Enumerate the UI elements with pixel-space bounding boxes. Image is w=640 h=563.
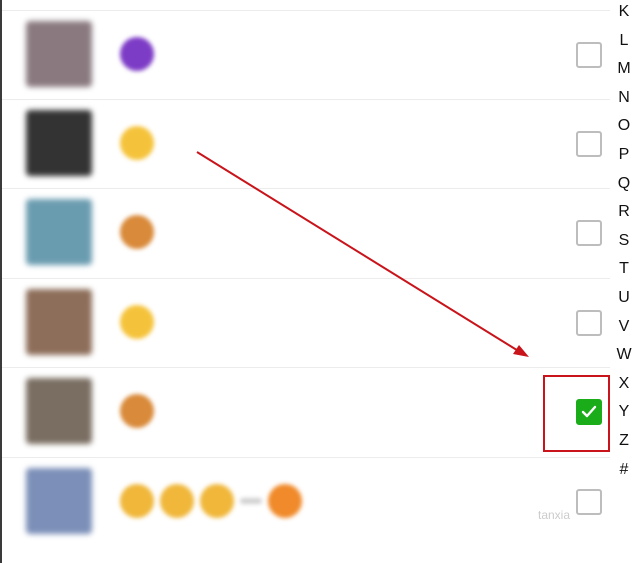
emoji-icon xyxy=(200,484,234,518)
checkbox[interactable] xyxy=(576,310,602,336)
index-letter-m[interactable]: M xyxy=(610,60,638,78)
index-letter-l[interactable]: L xyxy=(610,32,638,50)
index-letter-t[interactable]: T xyxy=(610,260,638,278)
index-letter-hash[interactable]: # xyxy=(610,461,638,479)
index-letter-z[interactable]: Z xyxy=(610,432,638,450)
index-letter-n[interactable]: N xyxy=(610,89,638,107)
watermark: tanxia xyxy=(538,508,571,522)
contact-row[interactable] xyxy=(2,367,610,455)
contact-name-blurred xyxy=(120,34,154,74)
index-letter-k[interactable]: K xyxy=(610,3,638,21)
contact-name-blurred xyxy=(120,212,154,252)
emoji-icon xyxy=(120,394,154,428)
alphabet-index-bar[interactable]: K L M N O P Q R S T U V W X Y Z # xyxy=(610,0,638,563)
annotation-highlight-box xyxy=(543,375,610,452)
row-divider xyxy=(2,367,610,368)
avatar xyxy=(26,21,92,87)
contact-name-blurred xyxy=(120,123,154,163)
row-divider xyxy=(2,278,610,279)
contact-row[interactable] xyxy=(2,99,610,187)
index-letter-w[interactable]: W xyxy=(610,346,638,364)
avatar xyxy=(26,289,92,355)
contact-row[interactable] xyxy=(2,457,610,545)
index-letter-q[interactable]: Q xyxy=(610,175,638,193)
index-letter-o[interactable]: O xyxy=(610,117,638,135)
contact-row[interactable] xyxy=(2,278,610,366)
checkbox[interactable] xyxy=(576,131,602,157)
avatar xyxy=(26,378,92,444)
index-letter-y[interactable]: Y xyxy=(610,403,638,421)
emoji-icon xyxy=(120,305,154,339)
contact-name-blurred xyxy=(120,302,154,342)
avatar xyxy=(26,110,92,176)
name-text-blur xyxy=(240,498,262,504)
checkbox[interactable] xyxy=(576,489,602,515)
index-letter-p[interactable]: P xyxy=(610,146,638,164)
row-divider xyxy=(2,10,610,11)
index-letter-x[interactable]: X xyxy=(610,375,638,393)
contact-row[interactable] xyxy=(2,188,610,276)
contact-name-blurred xyxy=(120,481,302,521)
row-divider xyxy=(2,457,610,458)
emoji-icon xyxy=(120,215,154,249)
avatar xyxy=(26,468,92,534)
row-divider xyxy=(2,188,610,189)
checkbox[interactable] xyxy=(576,42,602,68)
emoji-icon xyxy=(120,126,154,160)
emoji-icon xyxy=(160,484,194,518)
row-divider xyxy=(2,99,610,100)
emoji-icon xyxy=(120,484,154,518)
index-letter-v[interactable]: V xyxy=(610,318,638,336)
index-letter-u[interactable]: U xyxy=(610,289,638,307)
emoji-icon xyxy=(268,484,302,518)
contact-row[interactable] xyxy=(2,10,610,98)
checkbox[interactable] xyxy=(576,220,602,246)
contact-name-blurred xyxy=(120,391,154,431)
avatar xyxy=(26,199,92,265)
index-letter-r[interactable]: R xyxy=(610,203,638,221)
index-letter-s[interactable]: S xyxy=(610,232,638,250)
emoji-icon xyxy=(120,37,154,71)
